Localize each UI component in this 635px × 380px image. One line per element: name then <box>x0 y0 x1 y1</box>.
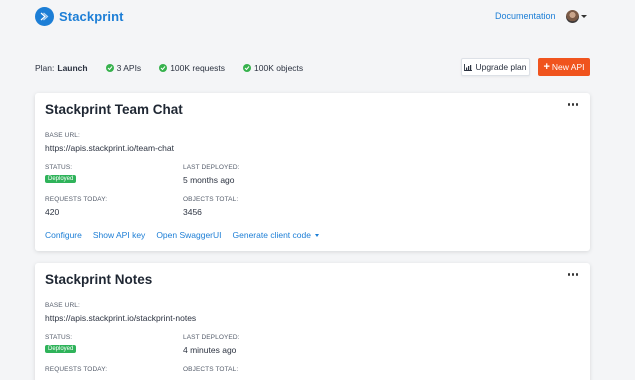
more-options-icon[interactable] <box>566 103 578 106</box>
bar-chart-icon <box>464 63 473 71</box>
brand-logo[interactable]: Stackprint <box>35 7 124 26</box>
upgrade-plan-button[interactable]: Upgrade plan <box>461 58 530 76</box>
objects-total-label: OBJECTS TOTAL: <box>183 196 239 203</box>
requests-today-value: 420 <box>45 207 60 217</box>
check-circle-icon <box>105 64 114 72</box>
api-card-title: Stackprint Notes <box>45 272 153 287</box>
requests-today-label: REQUESTS TODAY: <box>45 366 108 373</box>
api-card: Stackprint Team Chat BASE URL: https://a… <box>35 93 590 251</box>
api-card-title: Stackprint Team Chat <box>45 102 183 117</box>
api-card: Stackprint Notes BASE URL: https://apis.… <box>35 263 590 380</box>
base-url-value: https://apis.stackprint.io/team-chat <box>45 143 174 153</box>
caret-down-icon <box>314 233 319 237</box>
base-url-label: BASE URL: <box>45 302 80 309</box>
avatar <box>566 10 579 23</box>
generate-client-code-label: Generate client code <box>232 230 311 240</box>
base-url-label: BASE URL: <box>45 132 80 139</box>
status-badge: Deployed <box>45 175 77 183</box>
plan-feature: 100K objects <box>243 63 303 73</box>
generate-client-code-dropdown[interactable]: Generate client code <box>233 230 319 240</box>
documentation-link[interactable]: Documentation <box>495 11 556 21</box>
plan-feature: 100K requests <box>159 63 225 73</box>
last-deployed-value: 5 months ago <box>183 175 235 185</box>
brand-name: Stackprint <box>59 9 124 24</box>
configure-link[interactable]: Configure <box>45 230 82 240</box>
new-api-button[interactable]: + New API <box>538 58 590 76</box>
plan-feature-label: 100K objects <box>254 63 304 73</box>
upgrade-plan-label: Upgrade plan <box>475 62 527 72</box>
check-circle-icon <box>243 64 252 72</box>
show-api-key-link[interactable]: Show API key <box>93 230 145 240</box>
chevron-down-icon <box>581 15 587 18</box>
plan-name: Launch <box>57 63 88 73</box>
status-label: STATUS: <box>45 334 73 341</box>
plan-summary: Plan: Launch 3 APIs 100K requests 100K o… <box>35 62 303 74</box>
stackprint-logo-icon <box>35 7 54 26</box>
base-url-value: https://apis.stackprint.io/stackprint-no… <box>45 313 197 323</box>
status-badge: Deployed <box>45 345 77 353</box>
check-circle-icon <box>159 64 168 72</box>
new-api-label: New API <box>551 62 585 72</box>
plan-label: Plan: <box>35 63 55 73</box>
objects-total-value: 3456 <box>183 207 202 217</box>
more-options-icon[interactable] <box>566 273 578 276</box>
plan-feature-label: 3 APIs <box>116 63 142 73</box>
requests-today-label: REQUESTS TODAY: <box>45 196 108 203</box>
user-menu[interactable] <box>566 10 587 23</box>
plan-feature: 3 APIs <box>105 63 142 73</box>
status-label: STATUS: <box>45 164 73 171</box>
open-swaggerui-link[interactable]: Open SwaggerUI <box>156 230 221 240</box>
top-navigation: Stackprint Documentation <box>0 0 635 36</box>
last-deployed-label: LAST DEPLOYED: <box>183 164 240 171</box>
last-deployed-label: LAST DEPLOYED: <box>183 334 240 341</box>
plan-feature-label: 100K requests <box>170 63 226 73</box>
objects-total-label: OBJECTS TOTAL: <box>183 366 239 373</box>
plus-icon: + <box>543 60 550 73</box>
last-deployed-value: 4 minutes ago <box>183 345 237 355</box>
api-card-actions: Configure Show API key Open SwaggerUI Ge… <box>45 230 330 240</box>
